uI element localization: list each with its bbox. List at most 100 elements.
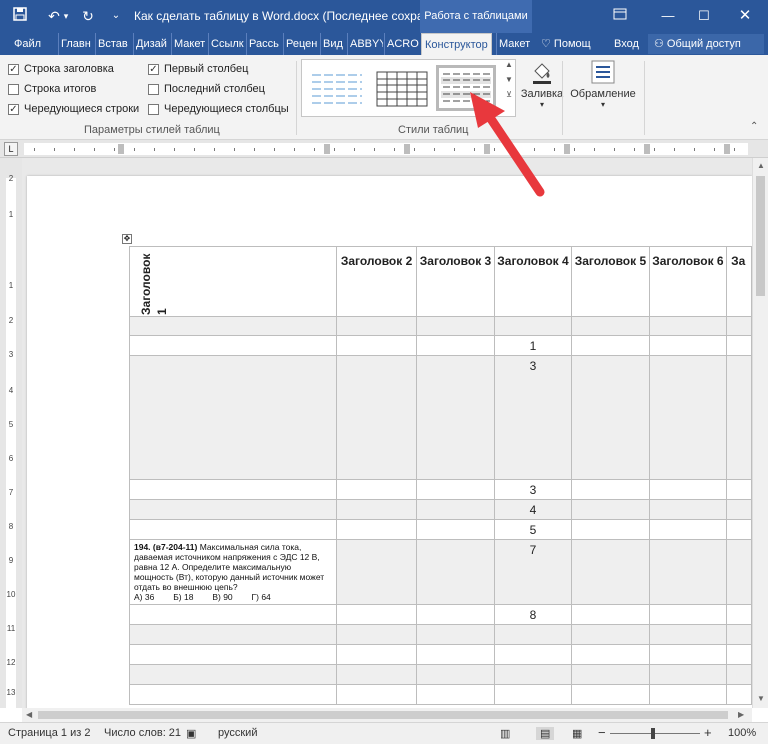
table-cell[interactable]: [726, 684, 752, 705]
tab-acrobat[interactable]: ACRO: [384, 33, 420, 55]
gallery-scroll[interactable]: ▲ ▼ ⊻: [502, 60, 516, 118]
table-cell[interactable]: [129, 644, 337, 665]
table-cell[interactable]: [335, 539, 418, 605]
proofing-icon[interactable]: ▣: [186, 727, 196, 740]
table-cell[interactable]: [571, 539, 650, 605]
save-icon[interactable]: [8, 5, 32, 27]
document-table[interactable]: Заголовок 1 Заголовок 2 Заголовок 3 Заго…: [129, 246, 752, 705]
tab-selector[interactable]: L: [4, 142, 18, 156]
table-cell[interactable]: 4: [493, 499, 573, 520]
table-cell[interactable]: [335, 664, 418, 685]
table-cell[interactable]: [493, 684, 573, 705]
table-cell[interactable]: 3: [493, 479, 573, 500]
scroll-down-icon[interactable]: ▼: [757, 694, 765, 703]
tab-review[interactable]: Рецен: [283, 33, 319, 55]
table-header-cell[interactable]: Заголовок 4: [493, 246, 573, 317]
table-cell[interactable]: [648, 684, 728, 705]
table-cell[interactable]: [129, 335, 337, 356]
table-cell[interactable]: [726, 499, 752, 520]
table-cell[interactable]: [335, 479, 418, 500]
table-cell[interactable]: [493, 644, 573, 665]
scroll-left-icon[interactable]: ◀: [26, 710, 32, 719]
borders-button[interactable]: Обрамление ▾: [566, 59, 640, 109]
table-cell[interactable]: [129, 519, 337, 540]
table-cell[interactable]: [416, 624, 495, 645]
table-cell[interactable]: [335, 499, 418, 520]
table-cell[interactable]: [416, 479, 495, 500]
table-cell[interactable]: [571, 624, 650, 645]
table-cell[interactable]: 3: [493, 355, 573, 480]
table-cell[interactable]: [129, 316, 337, 336]
table-cell[interactable]: [129, 684, 337, 705]
table-cell[interactable]: [571, 316, 650, 336]
table-cell[interactable]: [129, 604, 337, 625]
total-row-checkbox[interactable]: Строка итогов: [8, 80, 96, 98]
table-cell[interactable]: [648, 604, 728, 625]
close-icon[interactable]: ✕: [731, 5, 759, 27]
table-header-cell[interactable]: Заголовок 3: [416, 246, 495, 317]
table-cell[interactable]: [648, 644, 728, 665]
zoom-in-button[interactable]: +: [704, 725, 712, 740]
maximize-icon[interactable]: ☐: [690, 5, 718, 27]
minimize-icon[interactable]: —: [654, 5, 682, 27]
table-cell[interactable]: 194. (в7-204-11) Максимальная сила тока,…: [129, 539, 337, 605]
table-cell[interactable]: [416, 664, 495, 685]
table-header-cell[interactable]: За: [726, 246, 752, 317]
chevron-up-icon[interactable]: ▲: [502, 60, 516, 69]
sign-in-link[interactable]: Вход: [614, 33, 639, 55]
table-cell[interactable]: [648, 664, 728, 685]
table-cell[interactable]: [493, 664, 573, 685]
header-row-checkbox[interactable]: ✓ Строка заголовка: [8, 60, 114, 78]
table-cell[interactable]: 8: [493, 604, 573, 625]
table-cell[interactable]: [416, 519, 495, 540]
table-cell[interactable]: [416, 539, 495, 605]
tab-constructor[interactable]: Конструктор: [421, 33, 492, 55]
table-cell[interactable]: [571, 644, 650, 665]
table-cell[interactable]: [416, 316, 495, 336]
table-cell[interactable]: [726, 664, 752, 685]
vertical-scrollbar[interactable]: ▲ ▼: [752, 158, 768, 708]
table-cell[interactable]: [335, 316, 418, 336]
table-cell[interactable]: [129, 479, 337, 500]
table-cell[interactable]: [726, 539, 752, 605]
table-cell[interactable]: [335, 604, 418, 625]
tab-mailings[interactable]: Рассь: [246, 33, 282, 55]
table-header-cell[interactable]: Заголовок 1: [129, 246, 337, 317]
table-cell[interactable]: [571, 355, 650, 480]
tab-table-layout[interactable]: Макет: [496, 33, 530, 55]
table-cell[interactable]: [571, 684, 650, 705]
table-cell[interactable]: [416, 644, 495, 665]
horizontal-scrollbar[interactable]: ◀ ▶: [22, 708, 752, 722]
table-cell[interactable]: [416, 684, 495, 705]
table-cell[interactable]: [726, 316, 752, 336]
zoom-slider[interactable]: [610, 733, 700, 734]
scroll-right-icon[interactable]: ▶: [738, 710, 744, 719]
table-style-grid[interactable]: [372, 65, 432, 111]
table-style-plain[interactable]: [307, 65, 367, 111]
table-cell[interactable]: [493, 624, 573, 645]
table-cell[interactable]: [648, 624, 728, 645]
print-layout-icon[interactable]: ▤: [536, 727, 555, 740]
table-cell[interactable]: [129, 624, 337, 645]
table-cell[interactable]: [571, 519, 650, 540]
ribbon-display-options-icon[interactable]: [606, 5, 634, 27]
shading-button[interactable]: Заливка ▾: [520, 59, 564, 109]
collapse-ribbon-icon[interactable]: ⌃: [750, 121, 758, 132]
table-cell[interactable]: [726, 479, 752, 500]
tab-home[interactable]: Главн: [58, 33, 94, 55]
tab-insert[interactable]: Встав: [95, 33, 132, 55]
zoom-out-button[interactable]: −: [598, 725, 606, 740]
table-cell[interactable]: [648, 499, 728, 520]
table-cell[interactable]: [335, 519, 418, 540]
gallery-more-icon[interactable]: ⊻: [502, 90, 516, 99]
tab-help[interactable]: ♡ Помощ: [541, 33, 591, 55]
table-cell[interactable]: [726, 604, 752, 625]
table-cell[interactable]: [726, 335, 752, 356]
table-cell[interactable]: [129, 664, 337, 685]
tab-layout[interactable]: Макет: [171, 33, 207, 55]
table-cell[interactable]: [335, 624, 418, 645]
scrollbar-thumb[interactable]: [756, 176, 765, 296]
table-cell[interactable]: [648, 539, 728, 605]
share-button[interactable]: ⚇ Общий доступ: [648, 34, 764, 54]
table-cell[interactable]: [726, 519, 752, 540]
